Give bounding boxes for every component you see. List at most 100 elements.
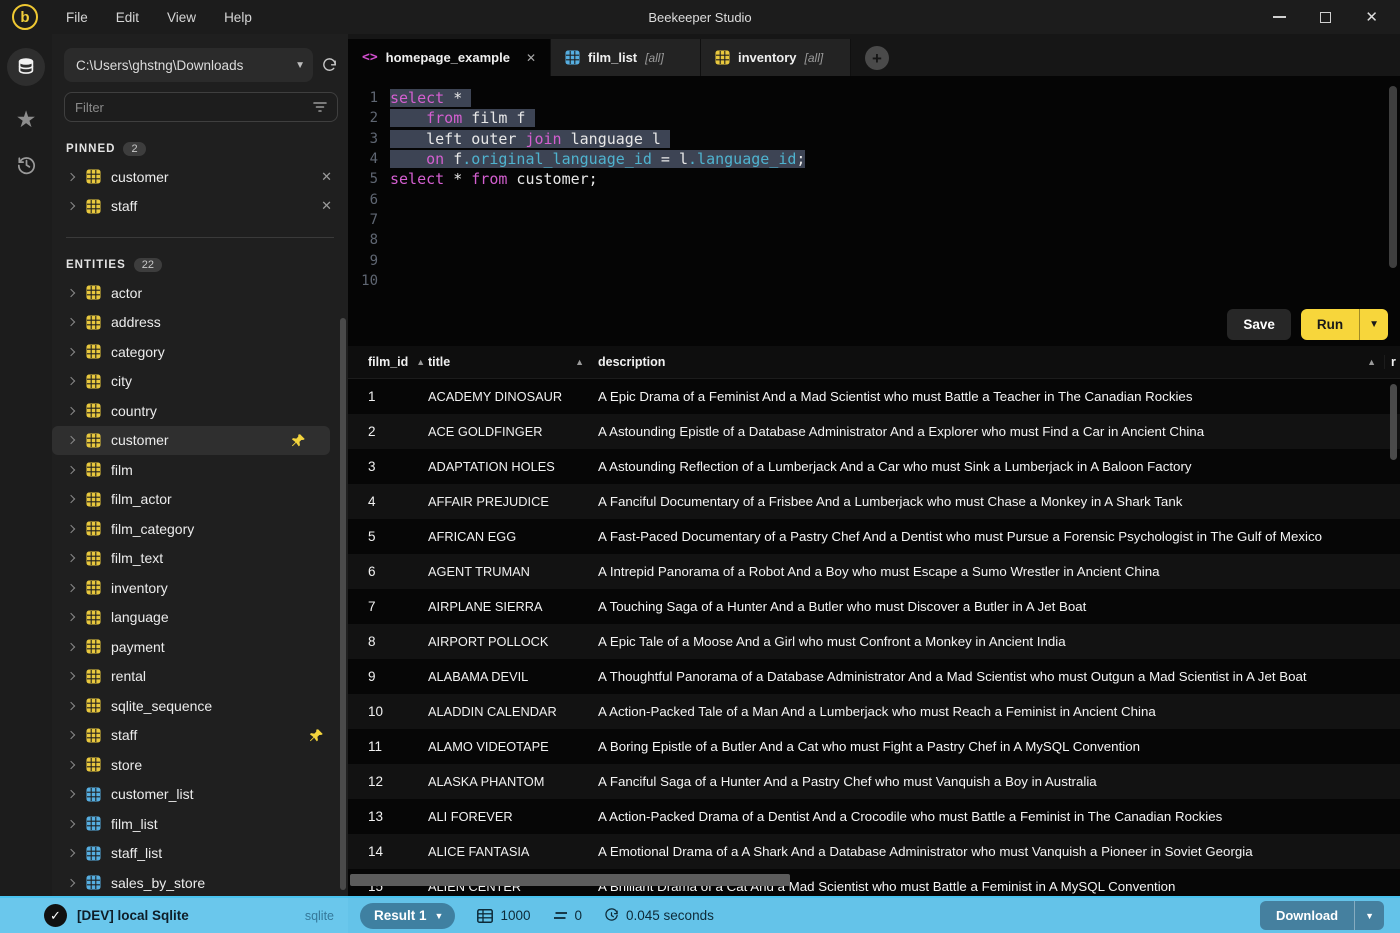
sort-icon[interactable]: ▲ bbox=[1367, 357, 1376, 367]
pin-icon[interactable] bbox=[291, 433, 306, 448]
entity-item-category[interactable]: category bbox=[52, 337, 348, 367]
connection-path-select[interactable]: C:\Users\ghstng\Downloads ▼ bbox=[64, 48, 313, 82]
table-row[interactable]: 5 AFRICAN EGG A Fast-Paced Documentary of … bbox=[348, 519, 1400, 554]
chevron-right-icon[interactable] bbox=[66, 731, 76, 740]
menu-file[interactable]: File bbox=[66, 10, 88, 25]
chevron-right-icon[interactable] bbox=[66, 701, 76, 710]
editor-line[interactable]: 6 bbox=[348, 189, 1400, 209]
tab-inventory[interactable]: inventory [all] bbox=[701, 39, 851, 76]
pin-icon[interactable] bbox=[309, 728, 324, 743]
chevron-right-icon[interactable] bbox=[66, 583, 76, 592]
entity-item-film_list[interactable]: film_list bbox=[52, 809, 348, 839]
table-row[interactable]: 9 ALABAMA DEVIL A Thoughtful Panorama of a… bbox=[348, 659, 1400, 694]
table-row[interactable]: 6 AGENT TRUMAN A Intrepid Panorama of a Ro… bbox=[348, 554, 1400, 589]
column-header-next-partial[interactable]: r bbox=[1384, 355, 1400, 369]
chevron-right-icon[interactable] bbox=[66, 878, 76, 887]
entity-item-country[interactable]: country bbox=[52, 396, 348, 426]
entity-item-sqlite_sequence[interactable]: sqlite_sequence bbox=[52, 691, 348, 721]
chevron-right-icon[interactable] bbox=[66, 760, 76, 769]
entity-item-customer[interactable]: customer bbox=[52, 425, 330, 455]
download-button[interactable]: Download ▼ bbox=[1259, 901, 1384, 930]
table-row[interactable]: 14 ALICE FANTASIA A Emotional Drama of a A… bbox=[348, 834, 1400, 869]
minimize-icon[interactable] bbox=[1273, 16, 1287, 18]
table-vertical-scrollbar[interactable] bbox=[1390, 384, 1397, 460]
save-button[interactable]: Save bbox=[1227, 309, 1291, 340]
entity-item-inventory[interactable]: inventory bbox=[52, 573, 348, 603]
tab-film_list[interactable]: film_list [all] bbox=[551, 39, 701, 76]
column-header-film-id[interactable]: film_id ▲ bbox=[348, 355, 428, 369]
database-objects-icon[interactable] bbox=[7, 48, 45, 86]
sort-icon[interactable]: ▲ bbox=[575, 357, 584, 367]
chevron-right-icon[interactable] bbox=[66, 819, 76, 828]
tab-homepage_example[interactable]: <> homepage_example ✕ bbox=[348, 39, 551, 76]
table-row[interactable]: 3 ADAPTATION HOLES A Astounding Reflection… bbox=[348, 449, 1400, 484]
filter-box[interactable] bbox=[64, 92, 338, 122]
sort-icon[interactable]: ▲ bbox=[416, 357, 425, 367]
entity-item-film_actor[interactable]: film_actor bbox=[52, 485, 348, 515]
pinned-item-staff[interactable]: staff ✕ bbox=[52, 192, 348, 222]
editor-line[interactable]: 9 bbox=[348, 250, 1400, 270]
column-header-title[interactable]: title ▲ bbox=[428, 355, 598, 369]
unpin-close-icon[interactable]: ✕ bbox=[321, 198, 332, 214]
entity-item-actor[interactable]: actor bbox=[52, 278, 348, 308]
entity-item-language[interactable]: language bbox=[52, 603, 348, 633]
horizontal-scrollbar[interactable] bbox=[350, 874, 790, 886]
table-row[interactable]: 11 ALAMO VIDEOTAPE A Boring Epistle of a B… bbox=[348, 729, 1400, 764]
pinned-item-customer[interactable]: customer ✕ bbox=[52, 162, 348, 192]
entity-item-store[interactable]: store bbox=[52, 750, 348, 780]
chevron-right-icon[interactable] bbox=[66, 436, 76, 445]
chevron-right-icon[interactable] bbox=[66, 524, 76, 533]
table-row[interactable]: 12 ALASKA PHANTOM A Fanciful Saga of a Hun… bbox=[348, 764, 1400, 799]
chevron-right-icon[interactable] bbox=[66, 172, 76, 181]
entity-item-rental[interactable]: rental bbox=[52, 662, 348, 692]
favorites-icon[interactable]: ★ bbox=[16, 108, 37, 131]
chevron-right-icon[interactable] bbox=[66, 790, 76, 799]
entity-item-sales_by_store[interactable]: sales_by_store bbox=[52, 868, 348, 896]
table-row[interactable]: 8 AIRPORT POLLOCK A Epic Tale of a Moose A… bbox=[348, 624, 1400, 659]
sidebar-scrollbar[interactable] bbox=[340, 318, 346, 890]
maximize-icon[interactable] bbox=[1320, 11, 1332, 23]
connection-status[interactable]: ✓ [DEV] local Sqlite sqlite bbox=[0, 898, 348, 933]
download-options-caret-icon[interactable]: ▼ bbox=[1354, 901, 1384, 930]
unpin-close-icon[interactable]: ✕ bbox=[321, 169, 332, 185]
close-tab-icon[interactable]: ✕ bbox=[526, 51, 536, 65]
filter-input[interactable] bbox=[75, 99, 313, 115]
chevron-right-icon[interactable] bbox=[66, 554, 76, 563]
chevron-right-icon[interactable] bbox=[66, 406, 76, 415]
chevron-right-icon[interactable] bbox=[66, 347, 76, 356]
editor-line[interactable]: 8 bbox=[348, 230, 1400, 250]
entity-item-payment[interactable]: payment bbox=[52, 632, 348, 662]
table-row[interactable]: 10 ALADDIN CALENDAR A Action-Packed Tale o… bbox=[348, 694, 1400, 729]
entity-item-city[interactable]: city bbox=[52, 367, 348, 397]
sql-editor[interactable]: 1 select * 2 from film f 3 left outer joi… bbox=[348, 76, 1400, 346]
editor-line[interactable]: 1 select * bbox=[348, 88, 1400, 108]
entity-item-staff_list[interactable]: staff_list bbox=[52, 839, 348, 869]
download-label[interactable]: Download bbox=[1260, 901, 1354, 930]
table-row[interactable]: 2 ACE GOLDFINGER A Astounding Epistle of a… bbox=[348, 414, 1400, 449]
editor-line[interactable]: 2 from film f bbox=[348, 108, 1400, 128]
menu-edit[interactable]: Edit bbox=[116, 10, 139, 25]
chevron-right-icon[interactable] bbox=[66, 849, 76, 858]
chevron-right-icon[interactable] bbox=[66, 288, 76, 297]
refresh-icon[interactable] bbox=[321, 57, 338, 74]
result-selector[interactable]: Result 1 ▼ bbox=[360, 902, 456, 929]
run-options-caret-icon[interactable]: ▼ bbox=[1359, 309, 1388, 340]
column-header-description[interactable]: description ▲ bbox=[598, 355, 1384, 369]
chevron-right-icon[interactable] bbox=[66, 202, 76, 211]
entity-item-staff[interactable]: staff bbox=[52, 721, 348, 751]
menu-view[interactable]: View bbox=[167, 10, 196, 25]
run-button-label[interactable]: Run bbox=[1301, 309, 1359, 340]
table-row[interactable]: 4 AFFAIR PREJUDICE A Fanciful Documentary … bbox=[348, 484, 1400, 519]
table-row[interactable]: 7 AIRPLANE SIERRA A Touching Saga of a Hun… bbox=[348, 589, 1400, 624]
entity-item-customer_list[interactable]: customer_list bbox=[52, 780, 348, 810]
menu-help[interactable]: Help bbox=[224, 10, 252, 25]
editor-line[interactable]: 4 on f.original_language_id = l.language… bbox=[348, 149, 1400, 169]
editor-line[interactable]: 10 bbox=[348, 271, 1400, 291]
chevron-right-icon[interactable] bbox=[66, 377, 76, 386]
new-tab-button[interactable]: + bbox=[865, 46, 889, 70]
entity-item-address[interactable]: address bbox=[52, 308, 348, 338]
chevron-right-icon[interactable] bbox=[66, 613, 76, 622]
table-row[interactable]: 13 ALI FOREVER A Action-Packed Drama of a … bbox=[348, 799, 1400, 834]
table-row[interactable]: 1 ACADEMY DINOSAUR A Epic Drama of a Femin… bbox=[348, 379, 1400, 414]
entity-item-film_text[interactable]: film_text bbox=[52, 544, 348, 574]
